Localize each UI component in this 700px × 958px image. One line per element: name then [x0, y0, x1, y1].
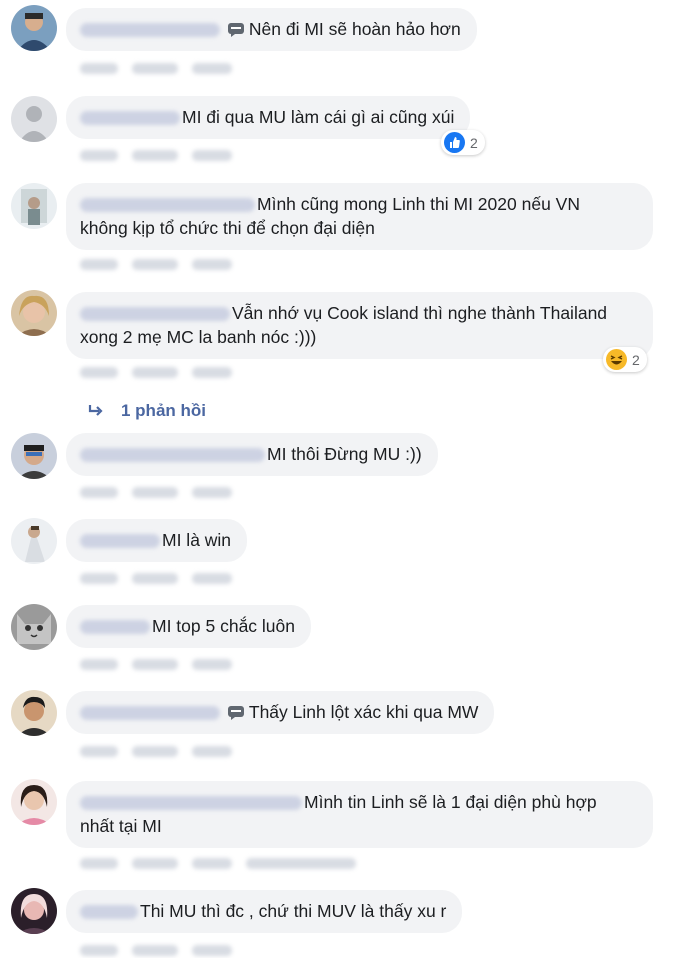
- comment-bubble: MI top 5 chắc luôn: [66, 605, 311, 648]
- commenter-name[interactable]: [80, 111, 180, 126]
- comment-bubble: MI là win: [66, 519, 248, 562]
- comment-bubble: Nên đi MI sẽ hoàn hảo hơn: [66, 8, 477, 51]
- comment-bubble: Mình tin Linh sẽ là 1 đại diện phù hợp n…: [66, 781, 653, 848]
- commenter-name[interactable]: [80, 307, 230, 322]
- comment-text: MI thôi Đừng MU :)): [267, 444, 422, 464]
- commenter-name[interactable]: [80, 796, 302, 811]
- commenter-name[interactable]: [80, 23, 220, 38]
- avatar[interactable]: [11, 888, 57, 934]
- comment-bubble: MI đi qua MU làm cái gì ai cũng xúi: [66, 96, 471, 139]
- commenter-name[interactable]: [80, 534, 160, 549]
- comment-bubble: MI thôi Đừng MU :)): [66, 433, 438, 476]
- comment-meta: [80, 60, 246, 75]
- comment-text-line1: Vẫn nhớ vụ Cook island thì nghe thành Th…: [232, 303, 608, 323]
- avatar[interactable]: [11, 96, 57, 142]
- comment-text: Thi MU thì đc , chứ thi MUV là thấy xu r: [140, 901, 447, 921]
- comment-text: MI là win: [162, 530, 232, 550]
- like-reaction-icon: [444, 132, 465, 153]
- chat-bubble-icon: [227, 23, 244, 38]
- avatar[interactable]: [11, 5, 57, 51]
- comment-meta: [80, 256, 246, 271]
- comment-text-line1: Mình tin Linh sẽ là 1 đại diện phù hợp: [304, 792, 597, 812]
- reply-arrow-icon: [88, 405, 103, 416]
- avatar[interactable]: [11, 290, 57, 336]
- comment-bubble: Thi MU thì đc , chứ thi MUV là thấy xu r: [66, 890, 463, 933]
- commenter-name[interactable]: [80, 905, 138, 920]
- comment-meta: [80, 855, 370, 870]
- comment-text: Nên đi MI sẽ hoàn hảo hơn: [248, 19, 461, 39]
- comment-bubble: Mình cũng mong Linh thi MI 2020 nếu VN k…: [66, 183, 653, 250]
- replies-count-label: 1 phản hồi: [121, 401, 206, 420]
- commenter-name[interactable]: [80, 198, 255, 213]
- comment-meta: [80, 364, 246, 379]
- commenter-name[interactable]: [80, 448, 265, 463]
- haha-reaction-icon: [606, 349, 627, 370]
- comment-meta: [80, 656, 246, 671]
- avatar[interactable]: [11, 433, 57, 479]
- comment-text: MI top 5 chắc luôn: [152, 616, 295, 636]
- view-replies-link[interactable]: 1 phản hồi: [88, 401, 206, 421]
- comment-meta: [80, 147, 246, 162]
- commenter-name[interactable]: [80, 706, 220, 721]
- avatar[interactable]: [11, 604, 57, 650]
- commenter-name[interactable]: [80, 620, 150, 635]
- comment-text-line2: xong 2 mẹ MC la banh nóc :))): [80, 327, 317, 347]
- comment-text: MI đi qua MU làm cái gì ai cũng xúi: [182, 107, 455, 127]
- chat-bubble-icon: [227, 706, 244, 721]
- comment-bubble: Vẫn nhớ vụ Cook island thì nghe thành Th…: [66, 292, 653, 359]
- reaction-count: 2: [470, 134, 478, 151]
- reaction-summary[interactable]: 2: [441, 130, 485, 155]
- comment-text-line2: nhất tại MI: [80, 816, 162, 836]
- avatar[interactable]: [11, 690, 57, 736]
- comment-text-line2: không kịp tổ chức thi để chọn đại diện: [80, 218, 375, 238]
- avatar[interactable]: [11, 183, 57, 229]
- comment-meta: [80, 484, 246, 499]
- comment-bubble: Thấy Linh lột xác khi qua MW: [66, 691, 495, 734]
- reaction-summary[interactable]: 2: [603, 347, 647, 372]
- avatar[interactable]: [11, 518, 57, 564]
- comment-text-line1: Mình cũng mong Linh thi MI 2020 nếu VN: [257, 194, 580, 214]
- comment-meta: [80, 570, 246, 585]
- avatar[interactable]: [11, 779, 57, 825]
- comment-meta: [80, 942, 246, 957]
- comment-meta: [80, 743, 246, 758]
- reaction-count: 2: [632, 351, 640, 368]
- comment-text: Thấy Linh lột xác khi qua MW: [248, 702, 479, 722]
